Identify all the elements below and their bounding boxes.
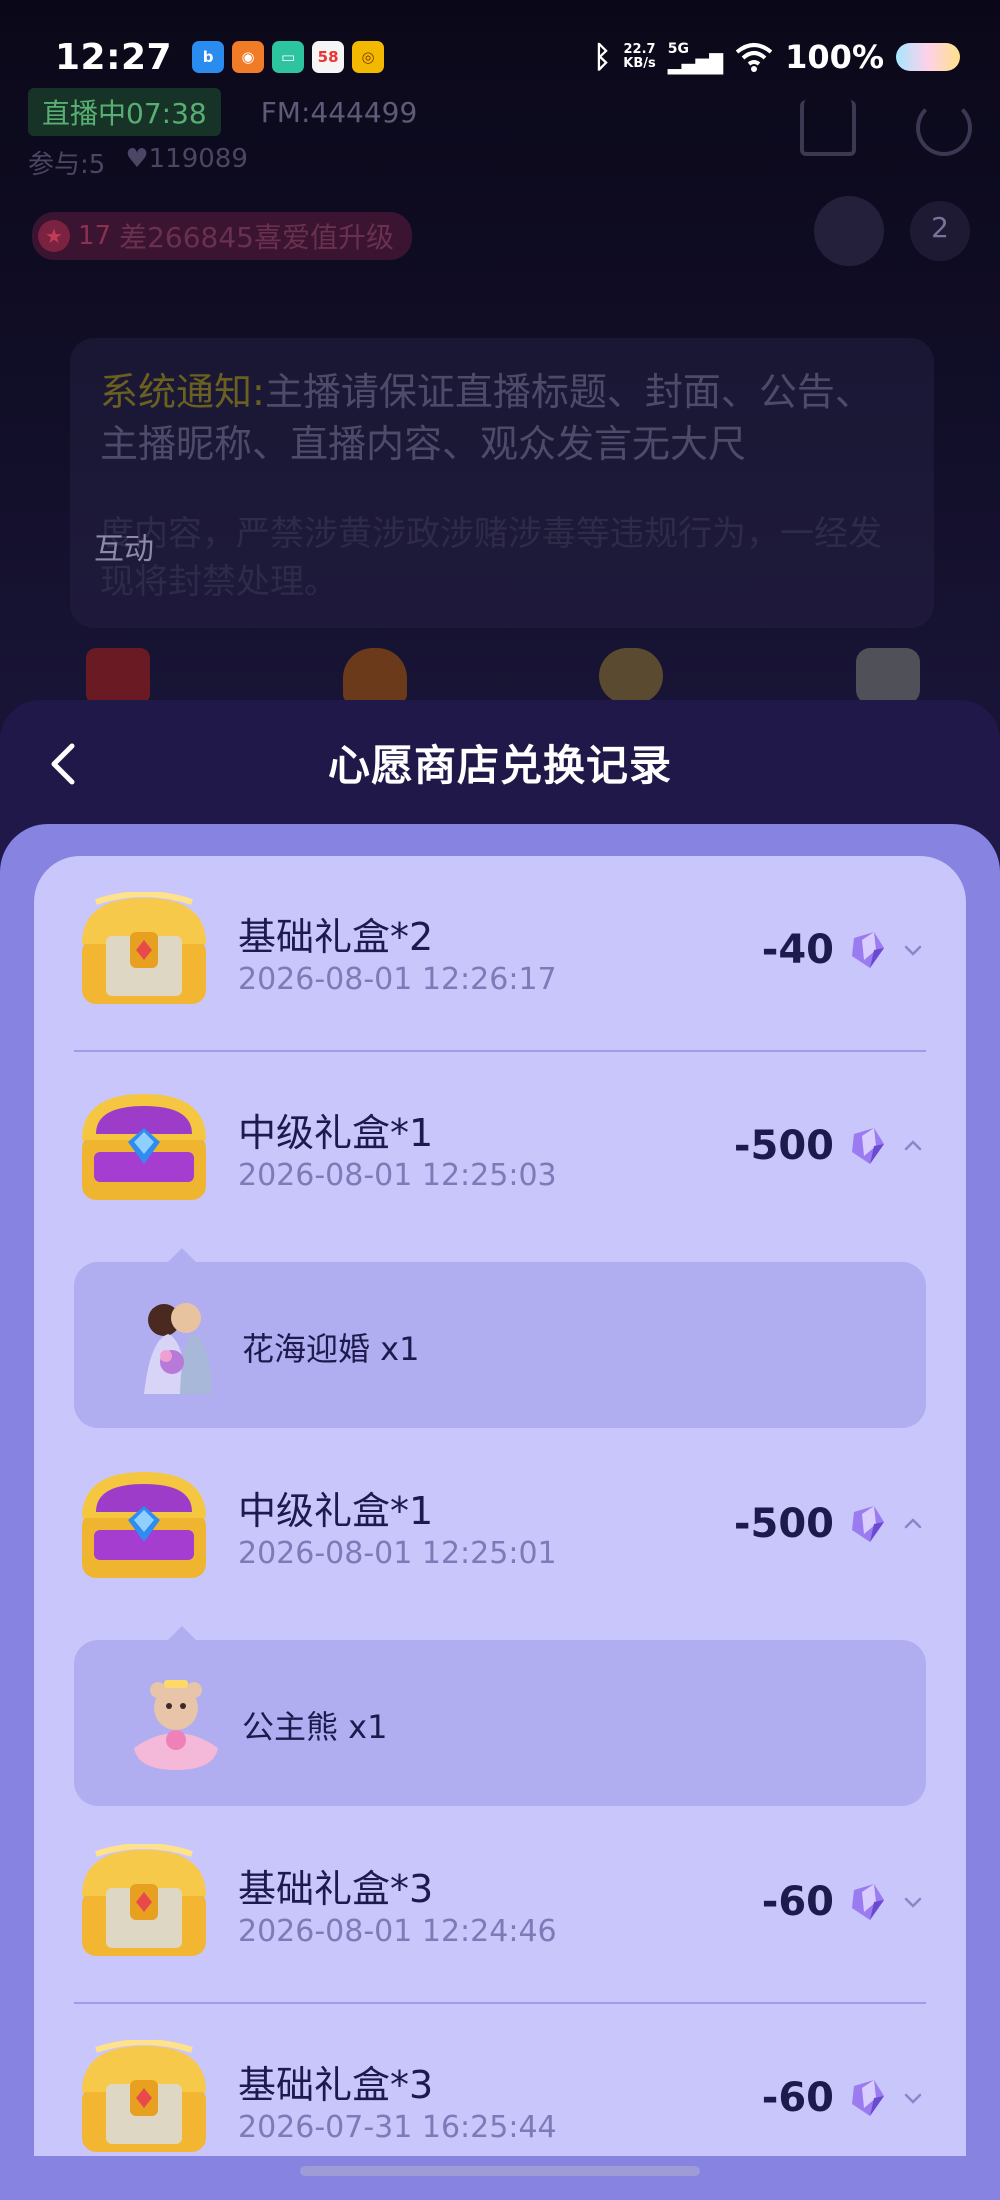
app-notification-icon: ◉ xyxy=(232,41,265,73)
record-date: 2026-08-01 12:26:17 xyxy=(238,962,557,997)
record-title: 基础礼盒*3 xyxy=(238,1867,434,1911)
red-packet-icon[interactable] xyxy=(86,648,150,704)
record-date: 2026-08-01 12:24:46 xyxy=(238,1914,557,1949)
record-item[interactable]: 基础礼盒*2 2026-08-01 12:26:17 -40 xyxy=(34,856,966,1052)
notice-label: 系统通知: xyxy=(100,370,265,414)
likes-count: ♥119089 xyxy=(125,144,248,174)
chevron-down-icon[interactable] xyxy=(902,2087,924,2109)
record-amount: -60 xyxy=(761,2075,834,2121)
record-amount: -60 xyxy=(761,1879,834,1925)
level-progress-badge: ★ 17 差266845喜爱值升级 xyxy=(32,212,412,260)
record-date: 2026-08-01 12:25:01 xyxy=(238,1536,557,1571)
record-amount: -500 xyxy=(733,1501,834,1547)
signal-icon: 5G ▂▄▆█ xyxy=(667,41,724,75)
record-item[interactable]: 基础礼盒*3 2026-08-01 12:24:46 -60 xyxy=(34,1808,966,2004)
battery-icon xyxy=(896,43,960,71)
back-button[interactable] xyxy=(38,738,90,790)
record-title: 中级礼盒*1 xyxy=(238,1111,434,1155)
intermediate-gift-box-icon xyxy=(82,1472,206,1578)
wish-crystal-icon xyxy=(852,932,884,968)
flower-wedding-gift-icon xyxy=(144,1303,212,1394)
share-icon[interactable] xyxy=(800,100,856,156)
interact-label: 互动 xyxy=(94,532,154,567)
level-number: 17 xyxy=(78,221,112,251)
system-notice: 系统通知:主播请保证直播标题、封面、公告、主播昵称、直播内容、观众发言无大尺 度… xyxy=(70,338,934,628)
gift-detail-panel: 公主熊 x1 xyxy=(74,1626,926,1806)
record-amount: -500 xyxy=(733,1123,834,1169)
record-amount: -40 xyxy=(761,927,834,973)
status-time: 12:27 xyxy=(55,36,173,78)
viewer-avatar[interactable] xyxy=(814,196,884,266)
wish-crystal-icon xyxy=(852,1128,884,1164)
notice-text-more: 度内容，严禁涉黄涉政涉赌涉毒等违规行为，一经发现将封禁处理。 xyxy=(100,514,882,602)
record-detail: 公主熊 x1 xyxy=(34,1626,966,1808)
record-list[interactable]: 基础礼盒*2 2026-08-01 12:26:17 -40 中级礼盒*1 20… xyxy=(34,856,966,2156)
wish-crystal-icon xyxy=(852,1506,884,1542)
app-notification-icon: b xyxy=(192,41,225,73)
record-item[interactable]: 中级礼盒*1 2026-08-01 12:25:01 -500 xyxy=(34,1430,966,1626)
gift-name: 花海迎婚 x1 xyxy=(242,1330,420,1368)
notification-icons: b ◉ ▭ 58 ◎ xyxy=(192,41,385,73)
dice-icon[interactable] xyxy=(855,648,920,704)
chevron-down-icon[interactable] xyxy=(902,1891,924,1913)
live-room-background: 12:27 b ◉ ▭ 58 ◎ ᛒ 22.7 KB/s 5G ▂▄▆█ 100% xyxy=(0,0,1000,760)
record-detail: 花海迎婚 x1 xyxy=(34,1248,966,1430)
app-notification-icon: ◎ xyxy=(352,41,385,73)
basic-gift-box-icon xyxy=(82,1844,206,1956)
victory-hand-icon[interactable] xyxy=(599,648,664,704)
chevron-down-icon[interactable] xyxy=(902,939,924,961)
basic-gift-box-icon xyxy=(82,892,206,1004)
sheet-body: 基础礼盒*2 2026-08-01 12:26:17 -40 中级礼盒*1 20… xyxy=(0,824,1000,2200)
record-title: 中级礼盒*1 xyxy=(238,1489,434,1533)
chevron-up-icon[interactable] xyxy=(902,1135,924,1157)
live-duration-badge: 直播中07:38 xyxy=(28,88,221,136)
fm-number: FM:444499 xyxy=(260,95,418,129)
intermediate-gift-box-icon xyxy=(82,1094,206,1200)
app-notification-icon: ▭ xyxy=(272,41,305,73)
record-item[interactable]: 基础礼盒*3 2026-07-31 16:25:44 -60 xyxy=(34,2004,966,2156)
network-speed: 22.7 KB/s xyxy=(623,42,656,71)
gift-detail-panel: 花海迎婚 x1 xyxy=(74,1248,926,1428)
wish-crystal-icon xyxy=(852,1884,884,1920)
exchange-record-sheet: 心愿商店兑换记录 基础礼盒*2 2026-08-01 12:26:17 -40 xyxy=(0,700,1000,2200)
power-icon[interactable] xyxy=(916,100,972,156)
home-indicator[interactable] xyxy=(300,2166,700,2176)
participants-count: 参与:5 xyxy=(28,150,106,180)
gift-name: 公主熊 x1 xyxy=(242,1708,388,1746)
record-date: 2026-07-31 16:25:44 xyxy=(238,2110,557,2145)
record-item[interactable]: 中级礼盒*1 2026-08-01 12:25:03 -500 xyxy=(34,1052,966,1248)
app-notification-icon: 58 xyxy=(312,41,345,73)
star-icon: ★ xyxy=(38,220,70,252)
wifi-icon xyxy=(735,43,773,72)
heart-icon: ♥ xyxy=(125,144,149,174)
bluetooth-icon: ᛒ xyxy=(593,39,612,75)
chevron-up-icon[interactable] xyxy=(902,1513,924,1535)
record-title: 基础礼盒*2 xyxy=(238,915,434,959)
basic-gift-box-icon xyxy=(82,2040,206,2152)
status-bar: 12:27 b ◉ ▭ 58 ◎ ᛒ 22.7 KB/s 5G ▂▄▆█ 100% xyxy=(55,30,960,84)
princess-bear-gift-icon xyxy=(134,1680,218,1770)
sheet-header: 心愿商店兑换记录 xyxy=(0,700,1000,824)
level-hint: 差266845喜爱值升级 xyxy=(119,221,394,254)
sheet-title: 心愿商店兑换记录 xyxy=(327,740,672,790)
battery-percent: 100% xyxy=(785,38,884,76)
lamp-icon[interactable] xyxy=(342,648,407,704)
wish-crystal-icon xyxy=(852,2080,884,2116)
viewer-count[interactable]: 2 xyxy=(910,201,970,261)
record-title: 基础礼盒*3 xyxy=(238,2063,434,2107)
record-date: 2026-08-01 12:25:03 xyxy=(238,1158,557,1193)
